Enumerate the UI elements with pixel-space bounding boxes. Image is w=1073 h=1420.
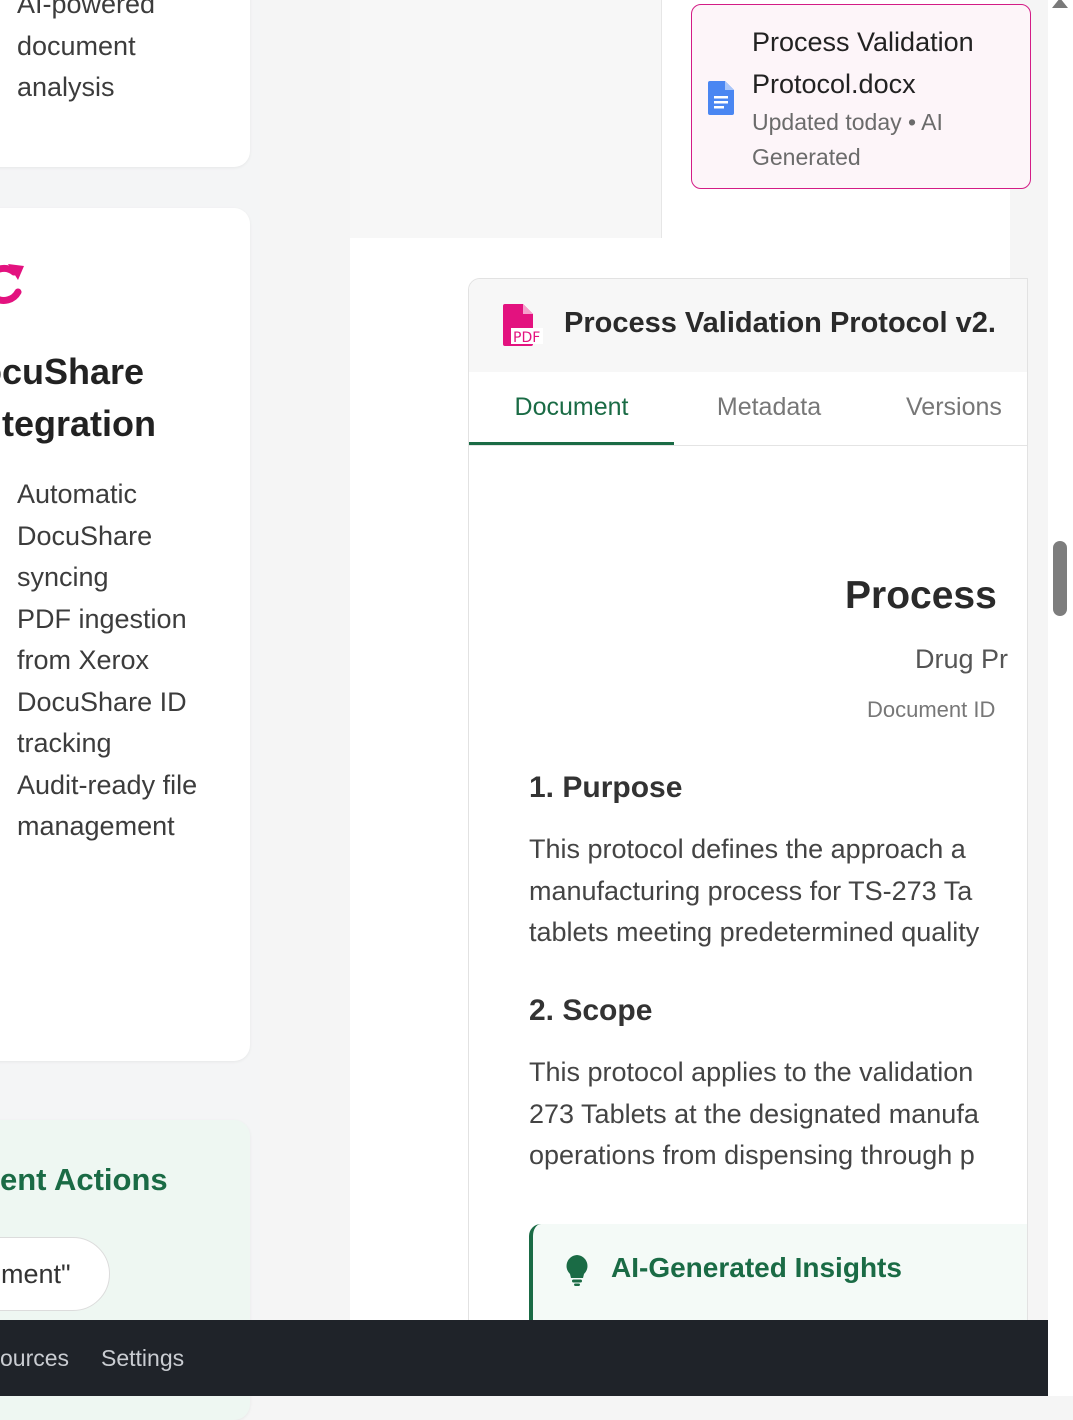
svg-text:PDF: PDF: [513, 330, 540, 346]
divider: [661, 0, 662, 238]
scrollbar[interactable]: [1048, 0, 1073, 1396]
refresh-icon: [0, 260, 28, 315]
list-item: Automatic DocuShare syncing: [17, 479, 153, 592]
document-title: Process: [845, 574, 997, 617]
list-item: Audit-ready file management: [17, 769, 198, 842]
google-doc-icon: [708, 81, 734, 120]
integration-feature-list: Automatic DocuShare syncing PDF ingestio…: [17, 474, 217, 848]
list-item: PDF ingestion from Xerox: [17, 603, 187, 676]
bottom-nav-bar: ources Settings: [0, 1320, 1048, 1396]
file-meta: Updated today • AI Generated: [752, 109, 943, 170]
nav-item-resources[interactable]: ources: [0, 1320, 69, 1396]
document-subtitle: Drug Pr: [915, 644, 1009, 674]
viewer-header: PDF Process Validation Protocol v2.: [469, 279, 1027, 373]
viewer-tabs: Document Metadata Versions: [469, 372, 1027, 446]
section-heading-scope: 2. Scope: [529, 994, 653, 1027]
feature-card-ai-analysis: AI-powered document analysis: [0, 0, 250, 167]
tab-document[interactable]: Document: [469, 372, 674, 445]
recent-actions-title: ent Actions: [0, 1162, 168, 1197]
document-viewer: PDF Process Validation Protocol v2. Docu…: [468, 278, 1028, 1378]
insights-title: AI-Generated Insights: [611, 1252, 902, 1283]
section-heading-purpose: 1. Purpose: [529, 771, 683, 804]
document-id: Document ID: [867, 697, 996, 722]
file-name: Process Validation Protocol.docx: [752, 27, 974, 99]
suggested-action-chip[interactable]: ment": [0, 1237, 110, 1311]
pdf-file-icon: PDF: [503, 304, 543, 351]
section-body-purpose: This protocol defines the approach a man…: [529, 834, 980, 947]
integration-title: ocuShare ntegration: [0, 351, 156, 444]
list-item: DocuShare ID tracking: [17, 686, 187, 759]
left-column: AI-powered document analysis ocuShare nt…: [0, 0, 260, 1420]
section-body-scope: This protocol applies to the validation …: [529, 1057, 979, 1170]
feature-card-docushare: ocuShare ntegration Automatic DocuShare …: [0, 208, 250, 1061]
viewer-title: Process Validation Protocol v2.: [564, 307, 996, 339]
lightbulb-icon: [565, 1254, 589, 1291]
scrollbar-thumb[interactable]: [1053, 541, 1067, 616]
file-list-area: [350, 0, 662, 238]
feature-description: AI-powered document analysis: [17, 0, 156, 102]
scroll-up-arrow-icon[interactable]: [1052, 0, 1068, 8]
nav-item-settings[interactable]: Settings: [101, 1320, 184, 1396]
tab-metadata[interactable]: Metadata: [704, 372, 834, 445]
tab-versions[interactable]: Versions: [906, 372, 1027, 445]
file-card[interactable]: Process Validation Protocol.docx Updated…: [691, 4, 1031, 189]
